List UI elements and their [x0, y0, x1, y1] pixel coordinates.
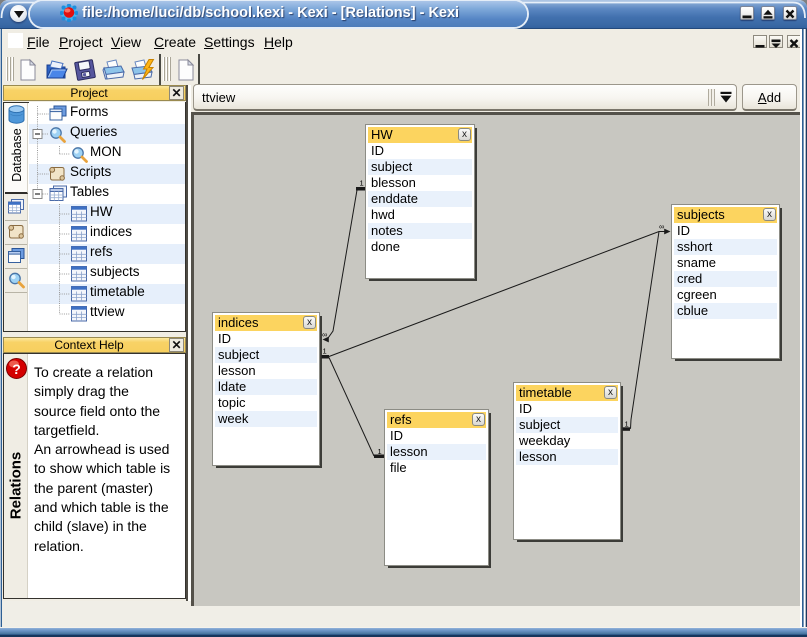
svg-text:1: 1 [378, 447, 382, 456]
svg-text:1: 1 [323, 347, 327, 356]
svg-text:1: 1 [360, 179, 364, 188]
svg-text:1: 1 [625, 420, 629, 429]
svg-text:∞: ∞ [659, 222, 664, 231]
svg-text:∞: ∞ [322, 330, 327, 339]
